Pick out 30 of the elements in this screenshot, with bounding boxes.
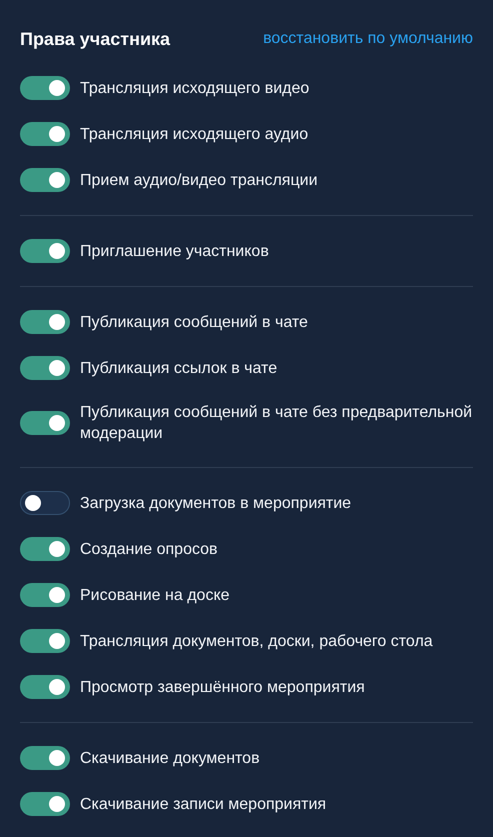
permission-label: Публикация сообщений в чате	[80, 312, 308, 332]
permission-label: Трансляция исходящего видео	[80, 78, 310, 98]
permission-label: Публикация сообщений в чате без предварительной модерации	[80, 403, 473, 444]
panel-title: Права участника	[20, 28, 170, 51]
permission-label: Прием аудио/видео трансляции	[80, 170, 318, 190]
reset-defaults-link[interactable]: восстановить по умолчанию	[263, 30, 473, 48]
permission-label: Просмотр завершённого мероприятия	[80, 678, 365, 698]
permission-label: Скачивание записи мероприятия	[80, 794, 326, 814]
permission-label: Рисование на доске	[80, 586, 230, 606]
permission-label: Приглашение участников	[80, 242, 269, 262]
permission-label: Публикация ссылок в чате	[80, 358, 278, 378]
toggle-switch[interactable]	[20, 310, 70, 334]
toggle-switch[interactable]	[20, 792, 70, 816]
toggle-switch[interactable]	[20, 76, 70, 100]
permission-label: Трансляция документов, доски, рабочего стола	[80, 632, 433, 652]
toggle-switch[interactable]	[20, 239, 70, 263]
toggle-switch[interactable]	[20, 746, 70, 770]
toggle-switch[interactable]	[20, 356, 70, 380]
permission-label: Загрузка документов в мероприятие	[80, 494, 352, 514]
toggle-switch[interactable]	[20, 491, 70, 515]
toggle-switch[interactable]	[20, 629, 70, 653]
toggle-switch[interactable]	[20, 411, 70, 435]
toggle-switch[interactable]	[20, 583, 70, 607]
permission-label: Трансляция исходящего аудио	[80, 124, 308, 144]
permission-label: Создание опросов	[80, 540, 218, 560]
permission-label: Скачивание документов	[80, 748, 260, 768]
toggle-switch[interactable]	[20, 122, 70, 146]
toggle-switch[interactable]	[20, 675, 70, 699]
toggle-switch[interactable]	[20, 537, 70, 561]
toggle-switch[interactable]	[20, 168, 70, 192]
